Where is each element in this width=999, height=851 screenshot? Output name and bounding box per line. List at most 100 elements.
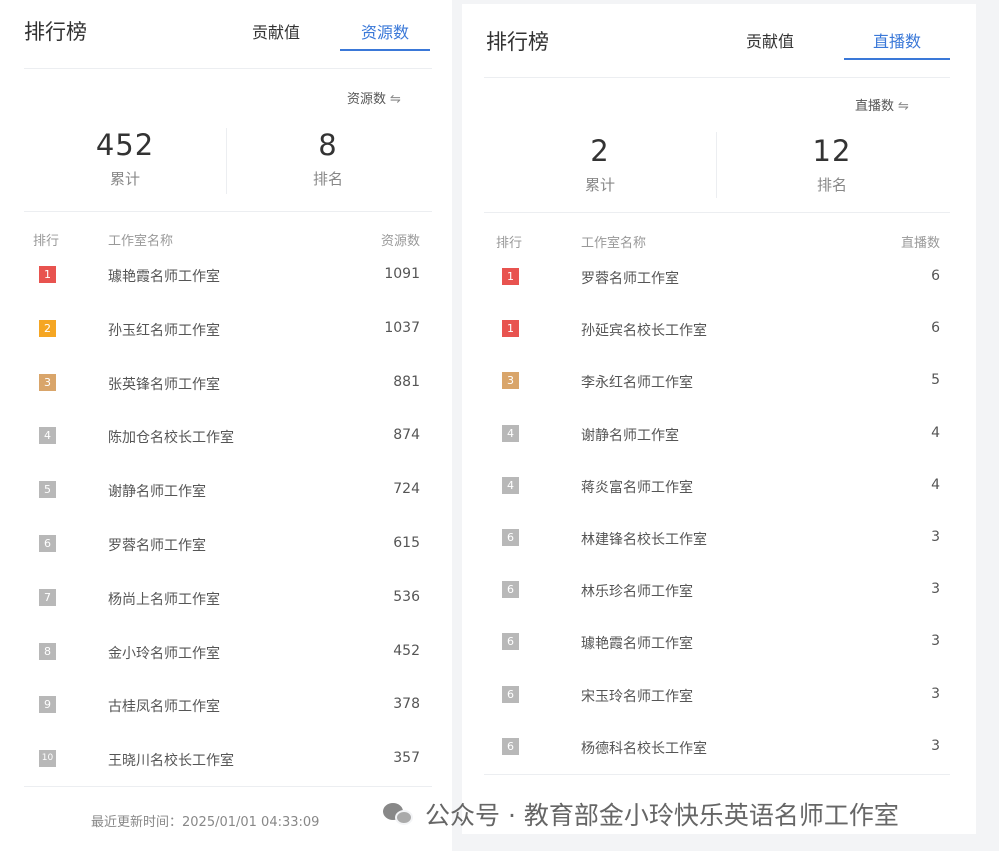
- table-row[interactable]: 6 罗蓉名师工作室 615: [0, 535, 452, 557]
- rank-badge: 6: [39, 535, 56, 552]
- tab-live[interactable]: 直播数: [844, 28, 950, 60]
- stat-rank: 8 排名: [258, 128, 398, 189]
- studio-name[interactable]: 蒋炎富名师工作室: [581, 477, 693, 497]
- studio-name[interactable]: 宋玉玲名师工作室: [581, 686, 693, 706]
- wechat-icon: [383, 801, 415, 827]
- table-row[interactable]: 2 孙玉红名师工作室 1037: [0, 319, 452, 342]
- studio-name[interactable]: 孙玉红名师工作室: [108, 320, 220, 340]
- row-value: 378: [393, 696, 420, 713]
- column-header-name: 工作室名称: [581, 236, 647, 251]
- stat-rank: 12 排名: [762, 134, 902, 195]
- row-value: 4: [931, 424, 940, 441]
- stat-value: 8: [318, 128, 338, 162]
- rank-badge: 5: [39, 481, 56, 499]
- studio-name[interactable]: 谢静名师工作室: [108, 481, 206, 501]
- table-row[interactable]: 6 璩艳霞名师工作室 3: [462, 633, 976, 655]
- sort-by-resources[interactable]: 资源数 ⇋: [347, 88, 401, 107]
- studio-name[interactable]: 古桂凤名师工作室: [108, 696, 220, 716]
- stat-total: 452 累计: [55, 128, 195, 189]
- rank-badge: 3: [502, 372, 519, 390]
- table-row[interactable]: 7 杨尚上名师工作室 536: [0, 588, 452, 611]
- studio-name[interactable]: 孙延宾名校长工作室: [581, 320, 707, 340]
- tab-contribution[interactable]: 贡献值: [746, 28, 794, 52]
- studio-name[interactable]: 璩艳霞名师工作室: [581, 633, 693, 653]
- row-value: 3: [931, 633, 940, 650]
- table-row[interactable]: 1 璩艳霞名师工作室 1091: [0, 266, 452, 288]
- divider: [24, 211, 432, 212]
- tab-contribution[interactable]: 贡献值: [252, 19, 300, 43]
- row-value: 724: [393, 481, 420, 498]
- row-value: 874: [393, 427, 420, 444]
- column-header-name: 工作室名称: [108, 234, 174, 249]
- studio-name[interactable]: 王晓川名校长工作室: [108, 750, 234, 770]
- divider: [484, 212, 950, 213]
- divider: [24, 786, 432, 787]
- studio-name[interactable]: 金小玲名师工作室: [108, 643, 220, 663]
- studio-name[interactable]: 罗蓉名师工作室: [108, 535, 206, 555]
- row-value: 3: [931, 685, 940, 702]
- panel-header: 排行榜 贡献值 资源数: [0, 0, 452, 62]
- table-row[interactable]: 8 金小玲名师工作室 452: [0, 642, 452, 665]
- row-value: 615: [393, 535, 420, 551]
- studio-name[interactable]: 林建锋名校长工作室: [581, 529, 707, 549]
- rank-badge: 3: [39, 373, 56, 391]
- studio-name[interactable]: 璩艳霞名师工作室: [108, 266, 220, 286]
- table-row[interactable]: 6 林乐珍名师工作室 3: [462, 581, 976, 603]
- rank-badge: 9: [39, 696, 56, 714]
- rank-badge: 4: [502, 476, 519, 494]
- watermark: 公众号 · 教育部金小玲快乐英语名师工作室: [383, 796, 899, 832]
- divider: [484, 77, 950, 78]
- stat-divider: [716, 132, 717, 198]
- studio-name[interactable]: 罗蓉名师工作室: [581, 268, 679, 288]
- row-value: 6: [931, 268, 940, 284]
- stat-value: 2: [590, 134, 610, 168]
- stat-label: 排名: [816, 176, 847, 194]
- table-row[interactable]: 4 谢静名师工作室 4: [462, 424, 976, 447]
- column-header-value: 资源数: [380, 234, 420, 249]
- last-updated-text: 最近更新时间：2025/01/01 04:33:09: [91, 815, 320, 830]
- studio-name[interactable]: 张英锋名师工作室: [108, 374, 220, 394]
- table-row[interactable]: 6 林建锋名校长工作室 3: [462, 529, 976, 551]
- row-value: 1037: [384, 319, 420, 336]
- table-row[interactable]: 3 张英锋名师工作室 881: [0, 373, 452, 396]
- rank-badge: 6: [502, 633, 519, 651]
- stat-divider: [226, 128, 227, 194]
- sort-icon: ⇋: [898, 99, 909, 114]
- row-value: 6: [931, 320, 940, 337]
- tab-label: 直播数: [872, 32, 921, 51]
- studio-name[interactable]: 杨德科名校长工作室: [581, 738, 707, 758]
- row-value: 452: [393, 642, 420, 659]
- table-row[interactable]: 9 古桂凤名师工作室 378: [0, 696, 452, 718]
- sort-by-live[interactable]: 直播数 ⇋: [855, 95, 909, 114]
- studio-name[interactable]: 李永红名师工作室: [581, 372, 693, 392]
- table-row[interactable]: 3 李永红名师工作室 5: [462, 372, 976, 394]
- studio-name[interactable]: 杨尚上名师工作室: [108, 589, 220, 609]
- table-row[interactable]: 6 杨德科名校长工作室 3: [462, 737, 976, 760]
- table-row[interactable]: 4 蒋炎富名师工作室 4: [462, 476, 976, 499]
- watermark-text: 公众号 · 教育部金小玲快乐英语名师工作室: [425, 801, 899, 830]
- table-row[interactable]: 4 陈加仓名校长工作室 874: [0, 427, 452, 449]
- rank-badge: 4: [502, 424, 519, 442]
- rank-badge: 6: [502, 737, 519, 755]
- table-row[interactable]: 10 王晓川名校长工作室 357: [0, 750, 452, 772]
- studio-name[interactable]: 陈加仓名校长工作室: [108, 427, 234, 447]
- studio-name[interactable]: 谢静名师工作室: [581, 425, 679, 445]
- tab-resources[interactable]: 资源数: [340, 19, 430, 51]
- stat-label: 累计: [584, 176, 615, 194]
- table-row[interactable]: 1 罗蓉名师工作室 6: [462, 268, 976, 290]
- stat-label: 排名: [312, 170, 343, 188]
- stat-value: 12: [812, 134, 852, 168]
- rank-badge: 2: [39, 319, 56, 337]
- table-row[interactable]: 5 谢静名师工作室 724: [0, 481, 452, 503]
- studio-name[interactable]: 林乐珍名师工作室: [581, 581, 693, 601]
- resource-ranking-panel: 排行榜 贡献值 资源数 资源数 ⇋ 452 累计 8 排名 排行 工作室名称 资源…: [0, 0, 452, 851]
- live-ranking-panel: 排行榜 贡献值 直播数 直播数 ⇋ 2 累计 12 排名 排行 工作室名称 直播数…: [462, 4, 976, 834]
- column-header-rank: 排行: [496, 236, 523, 251]
- row-value: 881: [393, 373, 420, 390]
- rank-badge: 6: [502, 581, 519, 599]
- rank-badge: 7: [39, 588, 56, 606]
- table-row[interactable]: 1 孙延宾名校长工作室 6: [462, 320, 976, 342]
- table-row[interactable]: 6 宋玉玲名师工作室 3: [462, 685, 976, 708]
- stat-total: 2 累计: [530, 134, 670, 195]
- active-tab-underline: [340, 49, 430, 51]
